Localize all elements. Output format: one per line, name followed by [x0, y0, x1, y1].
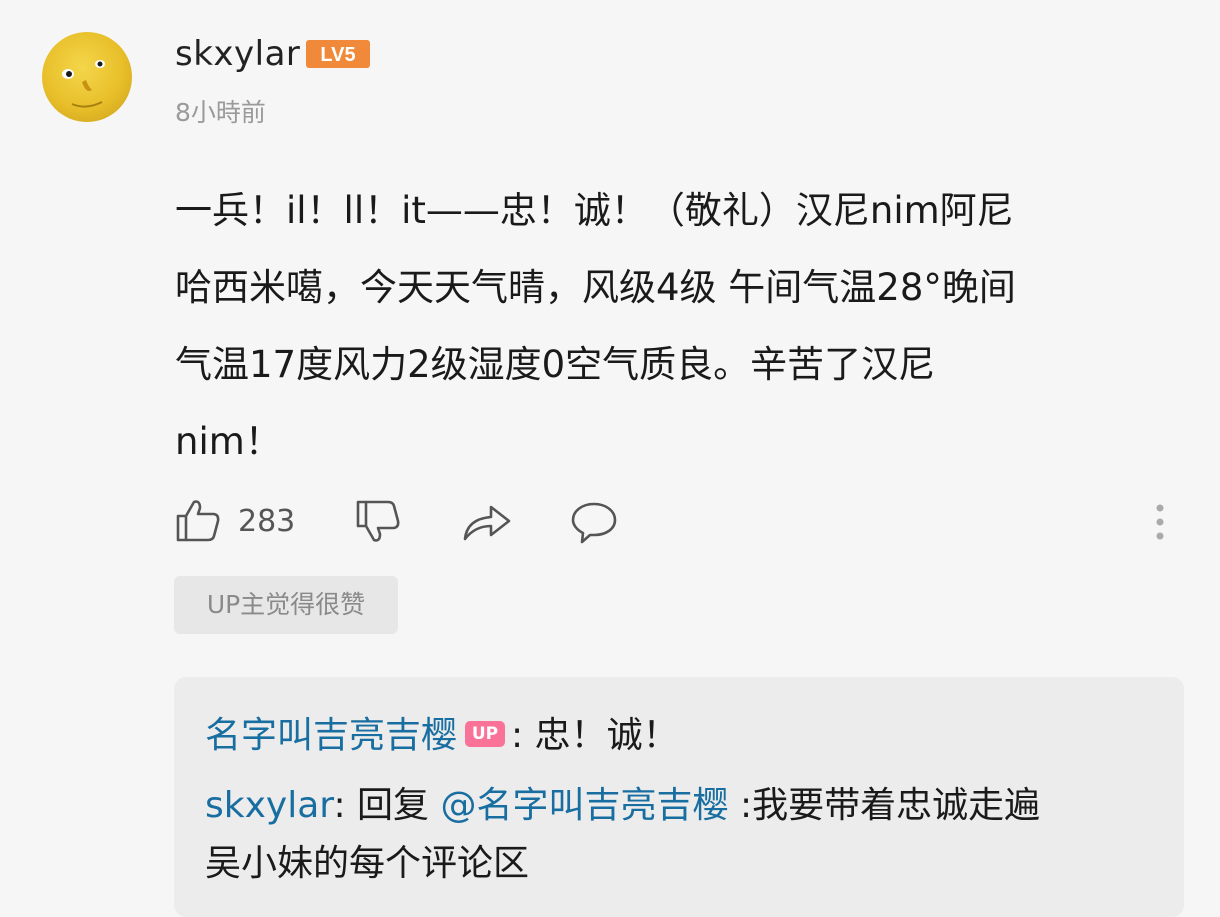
- svg-text:LV5: LV5: [320, 44, 355, 66]
- comment-body-line: 哈西米噶，今天天气晴，风级4级 午间气温28°晚间: [175, 266, 1016, 309]
- thumbs-down-icon[interactable]: [354, 498, 402, 546]
- reply-author[interactable]: 名字叫吉亮吉樱: [205, 715, 457, 756]
- reply-separator: :: [333, 785, 346, 826]
- reply-prefix: 回复: [345, 785, 441, 826]
- comment-body-line: nim！: [175, 420, 282, 463]
- more-vertical-icon[interactable]: [1150, 502, 1170, 542]
- avatar-face: [62, 60, 105, 108]
- reply-separator: :: [511, 715, 524, 756]
- reply-author[interactable]: skxylar: [205, 785, 333, 826]
- comment-timestamp: 8小時前: [175, 98, 266, 127]
- comment-icon[interactable]: [570, 500, 618, 544]
- up-tag: UP: [465, 721, 506, 747]
- thumbs-up-icon[interactable]: [174, 496, 222, 544]
- level-badge-icon: LV5: [306, 40, 370, 68]
- comment-body-line: 一兵！il！ll！it——忠！诚！（敬礼）汉尼nim阿尼: [175, 189, 1014, 232]
- reply-text-continued: 吴小妹的每个评论区: [205, 843, 530, 884]
- share-icon[interactable]: [461, 499, 513, 543]
- comment-username[interactable]: skxylar: [175, 34, 300, 74]
- comment-body-line: 气温17度风力2级湿度0空气质良。辛苦了汉尼: [175, 343, 936, 386]
- up-liked-badge: UP主觉得很赞: [174, 576, 398, 634]
- like-count: 283: [238, 504, 296, 539]
- avatar[interactable]: [42, 32, 132, 122]
- reply-mention[interactable]: @名字叫吉亮吉樱: [440, 785, 728, 826]
- reply-item[interactable]: skxylar: 回复 @名字叫吉亮吉樱 :我要带着忠诚走遍: [205, 776, 1040, 828]
- reply-text: 忠！诚！: [523, 715, 679, 756]
- reply-text: :我要带着忠诚走遍: [728, 785, 1041, 826]
- comment-body: 一兵！il！ll！it——忠！诚！（敬礼）汉尼nim阿尼 哈西米噶，今天天气晴，…: [175, 172, 1185, 480]
- reply-item[interactable]: 名字叫吉亮吉樱 UP: 忠！诚！: [205, 706, 679, 758]
